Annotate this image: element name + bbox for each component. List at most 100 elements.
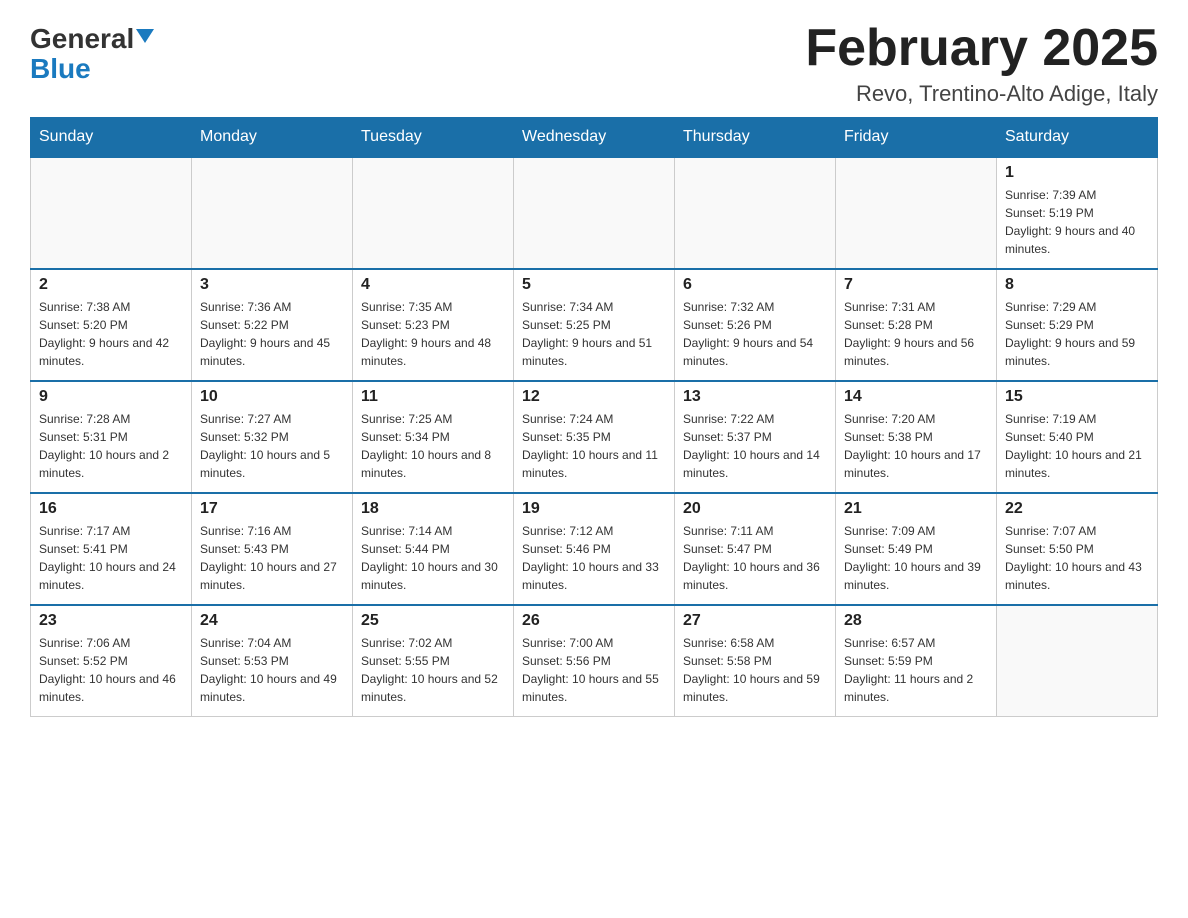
weekday-header-row: SundayMondayTuesdayWednesdayThursdayFrid… [31, 118, 1158, 158]
day-info: Sunrise: 6:57 AMSunset: 5:59 PMDaylight:… [844, 634, 988, 706]
day-number: 21 [844, 500, 988, 518]
calendar-cell: 6 Sunrise: 7:32 AMSunset: 5:26 PMDaylight… [675, 269, 836, 381]
day-info: Sunrise: 7:28 AMSunset: 5:31 PMDaylight:… [39, 410, 183, 482]
calendar-cell: 12 Sunrise: 7:24 AMSunset: 5:35 PMDayligh… [514, 381, 675, 493]
calendar-cell: 27 Sunrise: 6:58 AMSunset: 5:58 PMDayligh… [675, 605, 836, 717]
day-number: 19 [522, 500, 666, 518]
title-block: February 2025 Revo, Trentino-Alto Adige,… [805, 20, 1158, 107]
logo: General Blue [30, 20, 154, 85]
day-info: Sunrise: 7:38 AMSunset: 5:20 PMDaylight:… [39, 298, 183, 370]
day-number: 9 [39, 388, 183, 406]
calendar-cell: 24 Sunrise: 7:04 AMSunset: 5:53 PMDayligh… [192, 605, 353, 717]
calendar-cell: 2 Sunrise: 7:38 AMSunset: 5:20 PMDaylight… [31, 269, 192, 381]
calendar-table: SundayMondayTuesdayWednesdayThursdayFrid… [30, 117, 1158, 717]
day-number: 23 [39, 612, 183, 630]
day-number: 17 [200, 500, 344, 518]
calendar-cell: 21 Sunrise: 7:09 AMSunset: 5:49 PMDayligh… [836, 493, 997, 605]
day-info: Sunrise: 7:29 AMSunset: 5:29 PMDaylight:… [1005, 298, 1149, 370]
day-number: 12 [522, 388, 666, 406]
calendar-cell: 28 Sunrise: 6:57 AMSunset: 5:59 PMDayligh… [836, 605, 997, 717]
day-info: Sunrise: 7:31 AMSunset: 5:28 PMDaylight:… [844, 298, 988, 370]
day-info: Sunrise: 7:22 AMSunset: 5:37 PMDaylight:… [683, 410, 827, 482]
day-info: Sunrise: 7:36 AMSunset: 5:22 PMDaylight:… [200, 298, 344, 370]
day-info: Sunrise: 7:20 AMSunset: 5:38 PMDaylight:… [844, 410, 988, 482]
calendar-cell [997, 605, 1158, 717]
day-number: 14 [844, 388, 988, 406]
day-info: Sunrise: 7:34 AMSunset: 5:25 PMDaylight:… [522, 298, 666, 370]
day-number: 7 [844, 276, 988, 294]
calendar-cell [675, 157, 836, 269]
calendar-cell: 15Sunrise: 7:19 AMSunset: 5:40 PMDayligh… [997, 381, 1158, 493]
day-number: 27 [683, 612, 827, 630]
weekday-header-tuesday: Tuesday [353, 118, 514, 158]
calendar-cell: 16 Sunrise: 7:17 AMSunset: 5:41 PMDayligh… [31, 493, 192, 605]
weekday-header-saturday: Saturday [997, 118, 1158, 158]
calendar-cell: 5 Sunrise: 7:34 AMSunset: 5:25 PMDaylight… [514, 269, 675, 381]
weekday-header-wednesday: Wednesday [514, 118, 675, 158]
calendar-cell: 10 Sunrise: 7:27 AMSunset: 5:32 PMDayligh… [192, 381, 353, 493]
calendar-cell: 13 Sunrise: 7:22 AMSunset: 5:37 PMDayligh… [675, 381, 836, 493]
calendar-cell: 7 Sunrise: 7:31 AMSunset: 5:28 PMDaylight… [836, 269, 997, 381]
day-number: 4 [361, 276, 505, 294]
logo-arrow-icon [136, 29, 154, 48]
day-info: Sunrise: 7:12 AMSunset: 5:46 PMDaylight:… [522, 522, 666, 594]
day-number: 6 [683, 276, 827, 294]
weekday-header-monday: Monday [192, 118, 353, 158]
day-info: Sunrise: 7:04 AMSunset: 5:53 PMDaylight:… [200, 634, 344, 706]
calendar-cell: 4 Sunrise: 7:35 AMSunset: 5:23 PMDaylight… [353, 269, 514, 381]
day-number: 2 [39, 276, 183, 294]
day-number: 28 [844, 612, 988, 630]
day-info: Sunrise: 7:14 AMSunset: 5:44 PMDaylight:… [361, 522, 505, 594]
day-number: 25 [361, 612, 505, 630]
week-row-4: 16 Sunrise: 7:17 AMSunset: 5:41 PMDayligh… [31, 493, 1158, 605]
day-number: 16 [39, 500, 183, 518]
day-info: Sunrise: 7:16 AMSunset: 5:43 PMDaylight:… [200, 522, 344, 594]
week-row-5: 23Sunrise: 7:06 AMSunset: 5:52 PMDayligh… [31, 605, 1158, 717]
weekday-header-sunday: Sunday [31, 118, 192, 158]
week-row-3: 9 Sunrise: 7:28 AMSunset: 5:31 PMDaylight… [31, 381, 1158, 493]
day-info: Sunrise: 7:32 AMSunset: 5:26 PMDaylight:… [683, 298, 827, 370]
logo-general: General [30, 25, 134, 53]
weekday-header-friday: Friday [836, 118, 997, 158]
calendar-cell: 8 Sunrise: 7:29 AMSunset: 5:29 PMDaylight… [997, 269, 1158, 381]
day-number: 10 [200, 388, 344, 406]
day-info: Sunrise: 7:07 AMSunset: 5:50 PMDaylight:… [1005, 522, 1149, 594]
day-info: Sunrise: 7:35 AMSunset: 5:23 PMDaylight:… [361, 298, 505, 370]
calendar-cell [192, 157, 353, 269]
week-row-1: 1 Sunrise: 7:39 AMSunset: 5:19 PMDaylight… [31, 157, 1158, 269]
day-number: 24 [200, 612, 344, 630]
day-info: Sunrise: 6:58 AMSunset: 5:58 PMDaylight:… [683, 634, 827, 706]
calendar-cell [31, 157, 192, 269]
calendar-cell [514, 157, 675, 269]
calendar-cell: 14 Sunrise: 7:20 AMSunset: 5:38 PMDayligh… [836, 381, 997, 493]
day-info: Sunrise: 7:11 AMSunset: 5:47 PMDaylight:… [683, 522, 827, 594]
day-info: Sunrise: 7:39 AMSunset: 5:19 PMDaylight:… [1005, 186, 1149, 258]
day-number: 1 [1005, 164, 1149, 182]
day-info: Sunrise: 7:24 AMSunset: 5:35 PMDaylight:… [522, 410, 666, 482]
calendar-cell: 17 Sunrise: 7:16 AMSunset: 5:43 PMDayligh… [192, 493, 353, 605]
day-number: 8 [1005, 276, 1149, 294]
day-number: 18 [361, 500, 505, 518]
calendar-cell: 9 Sunrise: 7:28 AMSunset: 5:31 PMDaylight… [31, 381, 192, 493]
day-info: Sunrise: 7:27 AMSunset: 5:32 PMDaylight:… [200, 410, 344, 482]
day-number: 13 [683, 388, 827, 406]
day-info: Sunrise: 7:02 AMSunset: 5:55 PMDaylight:… [361, 634, 505, 706]
day-number: 20 [683, 500, 827, 518]
calendar-cell: 18 Sunrise: 7:14 AMSunset: 5:44 PMDayligh… [353, 493, 514, 605]
month-year-title: February 2025 [805, 20, 1158, 77]
calendar-cell [353, 157, 514, 269]
day-info: Sunrise: 7:19 AMSunset: 5:40 PMDaylight:… [1005, 410, 1149, 482]
day-number: 5 [522, 276, 666, 294]
calendar-cell: 22 Sunrise: 7:07 AMSunset: 5:50 PMDayligh… [997, 493, 1158, 605]
day-number: 11 [361, 388, 505, 406]
day-number: 26 [522, 612, 666, 630]
page-header: General Blue February 2025 Revo, Trentin… [30, 20, 1158, 107]
location-subtitle: Revo, Trentino-Alto Adige, Italy [805, 81, 1158, 107]
day-info: Sunrise: 7:17 AMSunset: 5:41 PMDaylight:… [39, 522, 183, 594]
day-number: 22 [1005, 500, 1149, 518]
calendar-cell: 3 Sunrise: 7:36 AMSunset: 5:22 PMDaylight… [192, 269, 353, 381]
calendar-cell: 11Sunrise: 7:25 AMSunset: 5:34 PMDayligh… [353, 381, 514, 493]
day-info: Sunrise: 7:09 AMSunset: 5:49 PMDaylight:… [844, 522, 988, 594]
day-number: 3 [200, 276, 344, 294]
calendar-cell: 20 Sunrise: 7:11 AMSunset: 5:47 PMDayligh… [675, 493, 836, 605]
